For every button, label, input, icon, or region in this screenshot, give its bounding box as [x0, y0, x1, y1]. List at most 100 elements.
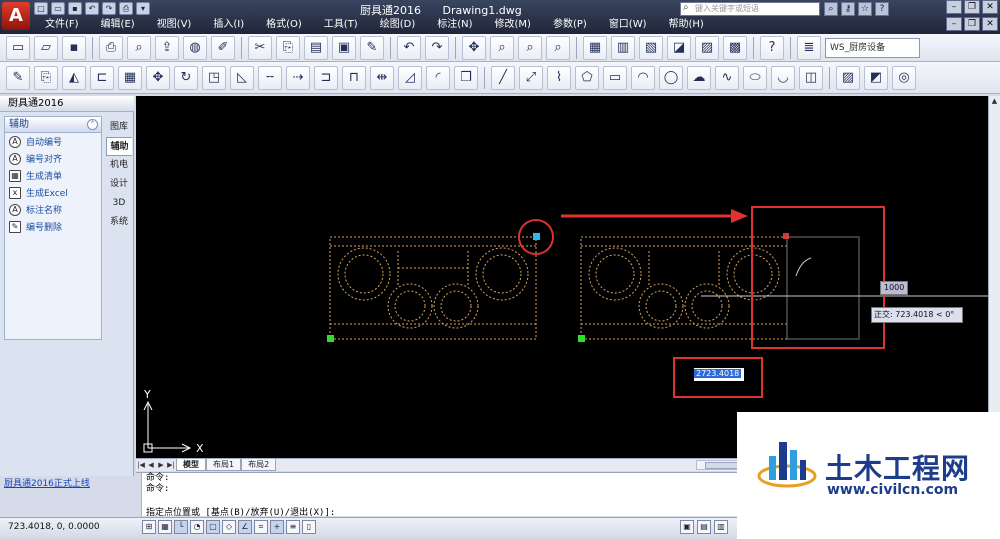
search-input[interactable]: 键入关键字或短语	[680, 2, 820, 16]
last-tab-icon[interactable]: ▶|	[166, 460, 176, 471]
undo-icon[interactable]: ↶	[397, 35, 421, 60]
polyline-icon[interactable]: ⌇	[547, 65, 571, 90]
trim-icon[interactable]: ╌	[258, 65, 282, 90]
viewport-icon[interactable]: ▥	[714, 520, 728, 534]
break-icon[interactable]: ⊓	[342, 65, 366, 90]
minimize-icon[interactable]: –	[946, 0, 962, 14]
doc-minimize-icon[interactable]: –	[946, 17, 962, 31]
generate-list-item[interactable]: ▦ 生成清单	[5, 167, 101, 184]
menu-file[interactable]: 文件(F)	[34, 18, 90, 32]
grip-green[interactable]	[578, 335, 585, 342]
zoom-window-icon[interactable]: ⌕	[518, 35, 542, 60]
vertical-scrollbar[interactable]: ▲	[988, 96, 1000, 458]
grip-green[interactable]	[327, 335, 334, 342]
hatch-icon[interactable]: ▨	[836, 65, 860, 90]
otrack-icon[interactable]: ∠	[238, 520, 252, 534]
mirror-icon[interactable]: ◭	[62, 65, 86, 90]
copy-object-icon[interactable]: ⎘	[34, 65, 58, 90]
spline-icon[interactable]: ∿	[715, 65, 739, 90]
menu-parametric[interactable]: 参数(P)	[542, 18, 598, 32]
dynamic-input-icon[interactable]: +	[270, 520, 284, 534]
tab-assist[interactable]: 辅助	[106, 137, 132, 156]
array-icon[interactable]: ▦	[118, 65, 142, 90]
stove-block-original[interactable]	[329, 236, 537, 340]
menu-format[interactable]: 格式(O)	[255, 18, 313, 32]
next-tab-icon[interactable]: ▶	[156, 460, 166, 471]
menu-tools[interactable]: 工具(T)	[313, 18, 369, 32]
brush-icon[interactable]: ✎	[360, 35, 384, 60]
circle-icon[interactable]: ◯	[659, 65, 683, 90]
base-grip-blue[interactable]	[533, 233, 540, 240]
publish-icon[interactable]: ⇪	[155, 35, 179, 60]
tab-library[interactable]: 图库	[106, 118, 132, 137]
move-icon[interactable]: ✥	[146, 65, 170, 90]
menu-edit[interactable]: 编辑(E)	[90, 18, 146, 32]
insert-block-icon[interactable]: ◫	[799, 65, 823, 90]
drawing-canvas[interactable]: Y X	[136, 96, 988, 458]
tab-layout2[interactable]: 布局2	[241, 459, 277, 471]
release-link[interactable]: 厨具通2016正式上线	[4, 476, 90, 489]
prev-tab-icon[interactable]: ◀	[146, 460, 156, 471]
first-tab-icon[interactable]: |◀	[136, 460, 146, 471]
erase-icon[interactable]: ✎	[6, 65, 30, 90]
number-align-item[interactable]: A 编号对齐	[5, 150, 101, 167]
save-icon[interactable]: ▪	[68, 2, 82, 15]
ellipse-icon[interactable]: ⬭	[743, 65, 767, 90]
tab-mep[interactable]: 机电	[106, 156, 132, 175]
3d-osnap-icon[interactable]: ◇	[222, 520, 236, 534]
tab-system[interactable]: 系统	[106, 213, 132, 232]
region-icon[interactable]: ◎	[892, 65, 916, 90]
ortho-icon[interactable]: └	[174, 520, 188, 534]
stove-block-copy[interactable]	[580, 236, 788, 340]
rectangle-icon[interactable]: ▭	[603, 65, 627, 90]
stretch-icon[interactable]: ◺	[230, 65, 254, 90]
construction-line-icon[interactable]: ⤢	[519, 65, 543, 90]
open-file-icon[interactable]: ▭	[51, 2, 65, 15]
plot-icon[interactable]: ✐	[211, 35, 235, 60]
star-icon[interactable]: ☆	[858, 2, 872, 16]
doc-close-icon[interactable]: ✕	[982, 17, 998, 31]
redo-icon[interactable]: ↷	[425, 35, 449, 60]
print-preview-icon[interactable]: ⌕	[127, 35, 151, 60]
layer-manager-icon[interactable]: ≣	[797, 35, 821, 60]
collapse-icon[interactable]: ˄	[87, 119, 98, 130]
command-window-handle[interactable]	[136, 473, 142, 517]
ducs-icon[interactable]: ⌗	[254, 520, 268, 534]
break-at-point-icon[interactable]: ⊐	[314, 65, 338, 90]
snap-icon[interactable]: ⊞	[142, 520, 156, 534]
save-icon[interactable]: ▪	[62, 35, 86, 60]
explode-icon[interactable]: ❒	[454, 65, 478, 90]
assist-section-header[interactable]: 辅助 ˄	[5, 117, 101, 133]
menu-insert[interactable]: 插入(I)	[202, 18, 255, 32]
scale-icon[interactable]: ◳	[202, 65, 226, 90]
print-icon[interactable]: ⎙	[99, 35, 123, 60]
grid-icon[interactable]: ▦	[158, 520, 172, 534]
qat-dropdown-icon[interactable]: ▾	[136, 2, 150, 15]
layout-space-icon[interactable]: ▤	[697, 520, 711, 534]
extend-icon[interactable]: ⇢	[286, 65, 310, 90]
rotate-icon[interactable]: ↻	[174, 65, 198, 90]
menu-draw[interactable]: 绘图(D)	[369, 18, 427, 32]
close-icon[interactable]: ✕	[982, 0, 998, 14]
line-icon[interactable]: ╱	[491, 65, 515, 90]
polygon-icon[interactable]: ⬠	[575, 65, 599, 90]
gradient-icon[interactable]: ◩	[864, 65, 888, 90]
restore-icon[interactable]: ❐	[964, 0, 980, 14]
calculator-icon[interactable]: ▩	[723, 35, 747, 60]
app-logo[interactable]: A	[2, 2, 30, 30]
tab-model[interactable]: 模型	[176, 459, 206, 471]
menu-view[interactable]: 视图(V)	[146, 18, 203, 32]
ellipse-arc-icon[interactable]: ◡	[771, 65, 795, 90]
tab-layout1[interactable]: 布局1	[206, 459, 242, 471]
chamfer-icon[interactable]: ◿	[398, 65, 422, 90]
zoom-realtime-icon[interactable]: ⌕	[490, 35, 514, 60]
copy-icon[interactable]: ⎘	[276, 35, 300, 60]
join-icon[interactable]: ⇹	[370, 65, 394, 90]
polar-icon[interactable]: ◔	[190, 520, 204, 534]
sheet-set-icon[interactable]: ◪	[667, 35, 691, 60]
generate-excel-item[interactable]: x 生成Excel	[5, 184, 101, 201]
tab-3d[interactable]: 3D	[106, 194, 132, 213]
revision-cloud-icon[interactable]: ☁	[687, 65, 711, 90]
cut-icon[interactable]: ✂	[248, 35, 272, 60]
menu-dimension[interactable]: 标注(N)	[426, 18, 483, 32]
